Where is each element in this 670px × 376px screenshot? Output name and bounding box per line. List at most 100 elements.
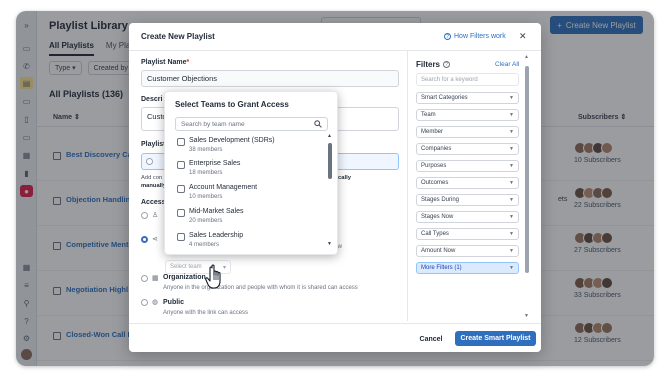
filter-label: Amount Now <box>421 248 456 254</box>
access-radio-private[interactable] <box>141 212 148 219</box>
filters-title-text: Filters <box>416 60 441 69</box>
filters-scrollbar[interactable] <box>525 66 529 273</box>
filter-member[interactable]: Member ▼ <box>416 126 519 138</box>
filter-more-filters[interactable]: More Filters (1) ▼ <box>416 262 519 274</box>
list-item[interactable]: Sales Development (SDRs) 38 members <box>175 136 325 158</box>
filter-label: Team <box>421 112 436 118</box>
chevron-down-icon: ▼ <box>509 248 514 254</box>
chevron-down-icon: ▼ <box>509 95 514 101</box>
hand-cursor-icon <box>205 264 221 289</box>
keyword-search-input[interactable]: Search for a keyword <box>416 73 519 86</box>
list-item[interactable]: Sales Leadership 4 members <box>175 231 325 253</box>
access-organization-title: Organization <box>163 274 206 281</box>
share-icon: ⋖ <box>152 236 158 243</box>
access-public-title: Public <box>163 299 185 306</box>
team-checkbox[interactable] <box>177 161 185 169</box>
team-checkbox[interactable] <box>177 233 185 241</box>
search-icon <box>314 120 322 128</box>
team-name: Sales Leadership <box>189 232 244 239</box>
team-checkbox[interactable] <box>177 209 185 217</box>
auto-text-prefix: Add con <box>141 175 163 181</box>
chevron-down-icon: ▼ <box>509 214 514 220</box>
chevron-down-icon: ▼ <box>509 231 514 237</box>
chevron-down-icon: ▼ <box>509 197 514 203</box>
select-teams-popup: Select Teams to Grant Access Search by t… <box>164 91 338 255</box>
team-member-count: 38 members <box>189 147 223 153</box>
scroll-down-icon[interactable]: ▼ <box>524 313 529 319</box>
modal-title: Create New Playlist <box>141 32 215 41</box>
filter-team[interactable]: Team ▼ <box>416 109 519 121</box>
chevron-down-icon: ▼ <box>509 265 514 271</box>
globe-icon: ◍ <box>152 299 159 306</box>
access-public-desc: Anyone with the link can access <box>163 310 249 316</box>
create-smart-playlist-button[interactable]: Create Smart Playlist <box>455 331 536 346</box>
list-item[interactable]: Enterprise Sales 18 members <box>175 159 325 181</box>
filter-label: Companies <box>421 146 452 152</box>
filter-smart-categories[interactable]: Smart Categories ▼ <box>416 92 519 104</box>
team-member-count: 4 members <box>189 242 220 248</box>
team-search-input[interactable]: Search by team name <box>175 117 328 131</box>
auto-text-line2: manually <box>141 183 167 189</box>
filter-label: Call Types <box>421 231 449 237</box>
filter-label: Smart Categories <box>421 95 468 101</box>
chevron-down-icon: ▼ <box>509 129 514 135</box>
team-checkbox[interactable] <box>177 185 185 193</box>
select-team-placeholder: Select team <box>170 264 202 270</box>
how-filters-work-label: How Filters work <box>454 33 506 40</box>
cancel-button[interactable]: Cancel <box>414 332 448 346</box>
filter-label: Outcomes <box>421 180 449 186</box>
filter-stages-now[interactable]: Stages Now ▼ <box>416 211 519 223</box>
list-item[interactable]: Mid-Market Sales 20 members <box>175 207 325 229</box>
scroll-down-icon[interactable]: ▼ <box>327 241 332 247</box>
playlist-type-radio[interactable] <box>146 158 153 165</box>
filter-companies[interactable]: Companies ▼ <box>416 143 519 155</box>
team-member-count: 18 members <box>189 170 223 176</box>
modal-footer: Cancel Create Smart Playlist <box>129 323 541 352</box>
filter-outcomes[interactable]: Outcomes ▼ <box>416 177 519 189</box>
team-member-count: 20 members <box>189 218 223 224</box>
chevron-down-icon: ▼ <box>509 146 514 152</box>
access-label: Access <box>141 199 166 206</box>
filter-call-types[interactable]: Call Types ▼ <box>416 228 519 240</box>
chevron-down-icon: ▼ <box>509 112 514 118</box>
access-radio-public[interactable] <box>141 299 148 306</box>
team-list-scrollbar[interactable] <box>328 143 332 179</box>
filter-label: Stages Now <box>421 214 454 220</box>
select-teams-title: Select Teams to Grant Access <box>175 100 289 109</box>
team-member-count: 10 members <box>189 194 223 200</box>
playlist-form: Playlist Name* Customer Objections <box>141 59 399 87</box>
building-icon: ▦ <box>152 275 159 282</box>
filters-panel: Filters? Clear All Search for a keyword … <box>407 51 541 321</box>
filter-purposes[interactable]: Purposes ▼ <box>416 160 519 172</box>
question-icon[interactable]: ? <box>443 61 451 68</box>
playlist-name-input[interactable]: Customer Objections <box>141 70 399 87</box>
chevron-down-icon: ▼ <box>509 163 514 169</box>
filter-stages-during[interactable]: Stages During ▼ <box>416 194 519 206</box>
team-checkbox[interactable] <box>177 138 185 146</box>
filters-title: Filters? <box>416 60 451 69</box>
list-item[interactable]: Account Management 10 members <box>175 183 325 205</box>
user-icon: ♙ <box>152 212 159 219</box>
playlist-name-label: Playlist Name* <box>141 59 399 66</box>
close-icon[interactable]: ✕ <box>519 31 527 42</box>
team-search-placeholder: Search by team name <box>181 120 245 128</box>
clear-all-link[interactable]: Clear All <box>495 61 519 68</box>
filter-label: Purposes <box>421 163 447 169</box>
required-mark: * <box>186 59 190 66</box>
filter-label: Stages During <box>421 197 460 203</box>
scroll-up-icon[interactable]: ▲ <box>327 133 332 139</box>
question-icon: ? <box>444 33 451 40</box>
playlist-type-label: Playlist <box>141 141 166 148</box>
filter-label: More Filters (1) <box>421 265 462 271</box>
scroll-up-icon[interactable]: ▲ <box>524 54 529 60</box>
filter-label: Member <box>421 129 444 135</box>
filter-amount-now[interactable]: Amount Now ▼ <box>416 245 519 257</box>
modal-header: Create New Playlist ? How Filters work ✕ <box>129 23 541 51</box>
team-name: Account Management <box>189 184 258 191</box>
chevron-down-icon: ▼ <box>509 180 514 186</box>
description-label: Descri <box>141 96 163 103</box>
access-radio-organization[interactable] <box>141 275 148 282</box>
how-filters-work-link[interactable]: ? How Filters work <box>444 33 506 40</box>
team-name: Mid-Market Sales <box>189 208 244 215</box>
access-radio-team[interactable] <box>141 236 148 243</box>
